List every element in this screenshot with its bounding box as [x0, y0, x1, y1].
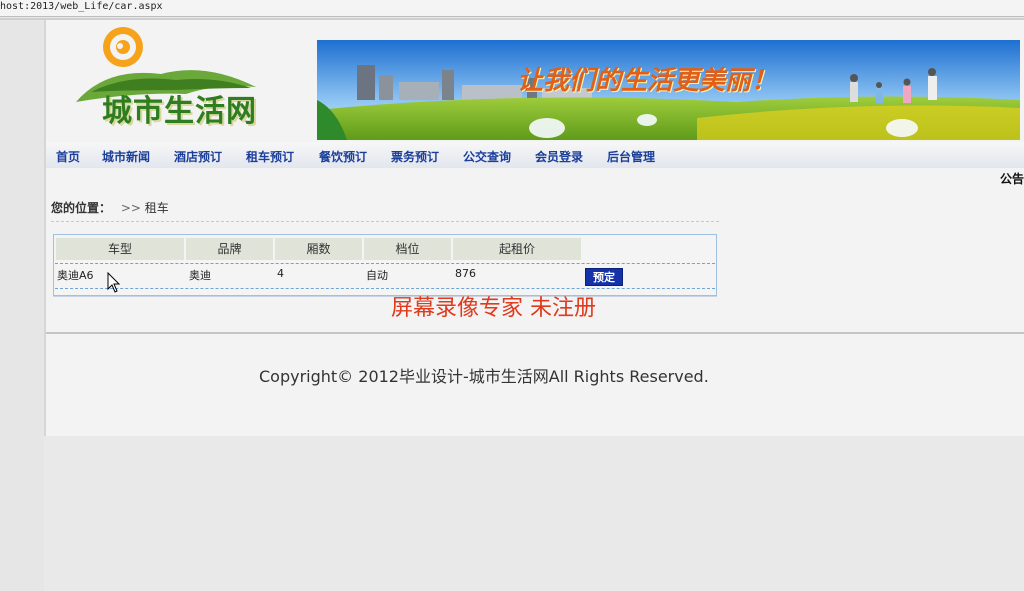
address-bar[interactable]: host:2013/web_Life/car.aspx [0, 0, 1024, 17]
breadcrumb: 您的位置： >> 租车 [51, 199, 169, 216]
main-nav: 首页 城市新闻 酒店预订 租车预订 餐饮预订 票务预订 公交查询 会员登录 后台… [46, 142, 1024, 168]
nav-item-city-news[interactable]: 城市新闻 [102, 148, 150, 165]
breadcrumb-separator: >> [120, 201, 141, 215]
table-header-price: 起租价 [453, 238, 581, 260]
row-divider [55, 288, 715, 289]
header-divider [55, 263, 715, 264]
nav-item-car-rental[interactable]: 租车预订 [246, 148, 294, 165]
breadcrumb-divider [51, 221, 719, 222]
nav-item-ticket-booking[interactable]: 票务预订 [391, 148, 439, 165]
breadcrumb-current: 租车 [144, 201, 169, 215]
nav-item-home[interactable]: 首页 [56, 148, 80, 165]
banner-slogan: 让我们的生活更美丽！ [517, 66, 778, 96]
notice-label: 公告 [999, 172, 1024, 186]
nav-item-member-login[interactable]: 会员登录 [535, 148, 583, 165]
nav-item-bus-query[interactable]: 公交查询 [463, 148, 511, 165]
header-banner: 让我们的生活更美丽！ [317, 40, 1020, 140]
cell-model: 奥迪A6 [57, 269, 94, 282]
nav-item-admin[interactable]: 后台管理 [607, 148, 655, 165]
table-header-gear: 档位 [364, 238, 451, 260]
mouse-cursor-icon [107, 272, 121, 293]
table-header-model: 车型 [56, 238, 184, 260]
copyright-text: Copyright© 2012毕业设计-城市生活网All Rights Rese… [259, 367, 709, 386]
left-gutter [0, 20, 44, 591]
table-footer-bar [53, 296, 717, 297]
table-header-brand: 品牌 [186, 238, 273, 260]
cell-brand: 奥迪 [189, 269, 211, 282]
cell-gear: 自动 [366, 269, 388, 282]
footer-divider [46, 332, 1024, 334]
logo-text: 城市生活网 [102, 94, 257, 129]
page-container: 城市生活网 让我们的生活更美丽！ 首页 城市新闻 酒店预订 租车预订 餐饮预订 … [44, 20, 1024, 436]
car-table: 车型 品牌 厢数 档位 起租价 奥迪A6 奥迪 4 自动 876 预定 [53, 234, 717, 296]
recorder-watermark: 屏幕录像专家 未注册 [391, 296, 596, 321]
cell-price: 876 [455, 267, 476, 280]
site-logo[interactable]: 城市生活网 [66, 22, 296, 137]
nav-item-hotel-booking[interactable]: 酒店预订 [174, 148, 222, 165]
table-header-doors: 厢数 [275, 238, 362, 260]
breadcrumb-label: 您的位置： [51, 201, 112, 215]
url-text: host:2013/web_Life/car.aspx [0, 1, 163, 12]
cell-doors: 4 [277, 267, 284, 280]
nav-item-dining-booking[interactable]: 餐饮预订 [319, 148, 367, 165]
book-button[interactable]: 预定 [585, 268, 623, 286]
